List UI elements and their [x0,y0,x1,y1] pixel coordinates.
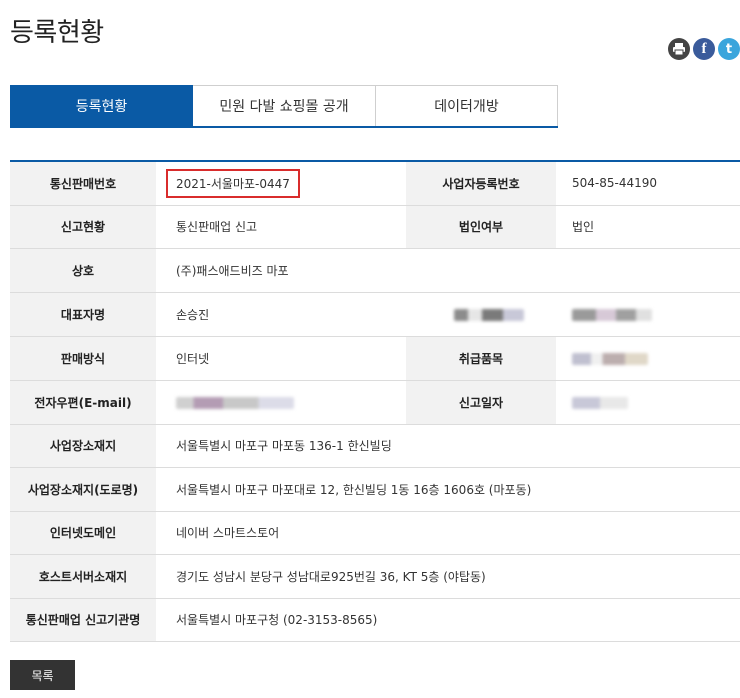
registration-info-table: 통신판매번호 2021-서울마포-0447 사업자등록번호 504-85-441… [10,160,740,642]
page-title: 등록현황 [10,18,104,48]
row-value: 인터넷 [156,336,406,381]
row-header: 사업장소재지(도로명) [10,467,156,512]
redacted-value [556,336,740,381]
table-row: 사업장소재지(도로명) 서울특별시 마포구 마포대로 12, 한신빌딩 1동 1… [10,467,740,512]
table-row: 전자우편(E-mail) 신고일자 [10,380,740,425]
redacted-value [156,380,406,425]
row-header: 통신판매업 신고기관명 [10,598,156,642]
row-header: 법인여부 [406,205,556,249]
table-row: 신고현황 통신판매업 신고 법인여부 법인 [10,205,740,249]
row-header: 취급품목 [406,336,556,381]
table-row: 통신판매업 신고기관명 서울특별시 마포구청 (02-3153-8565) [10,598,740,642]
row-value: 법인 [556,205,740,249]
row-header: 대표자명 [10,292,156,337]
row-header: 판매방식 [10,336,156,381]
tab-bar: 등록현황 민원 다발 쇼핑몰 공개 데이터개방 [10,85,558,127]
tab-open-data[interactable]: 데이터개방 [376,85,558,127]
table-row: 호스트서버소재지 경기도 성남시 분당구 성남대로925번길 36, KT 5층… [10,554,740,599]
tab-complaint-malls[interactable]: 민원 다발 쇼핑몰 공개 [193,85,376,127]
redacted-text [572,352,648,365]
row-header: 인터넷도메인 [10,511,156,555]
row-header: 신고일자 [406,380,556,425]
row-value: 서울특별시 마포구 마포대로 12, 한신빌딩 1동 16층 1606호 (마포… [156,467,740,512]
row-value: 통신판매업 신고 [156,205,406,249]
share-buttons: f t [668,38,740,60]
redacted-value [556,292,740,337]
table-row: 판매방식 인터넷 취급품목 [10,336,740,381]
tab-underline [10,126,558,128]
row-value: 504-85-44190 [556,161,740,206]
row-header: 사업장소재지 [10,424,156,468]
twitter-icon[interactable]: t [718,38,740,60]
row-header: 사업자등록번호 [406,161,556,206]
redacted-text [572,396,628,409]
list-button[interactable]: 목록 [10,660,75,690]
table-row: 상호 (주)패스애드비즈 마포 [10,248,740,293]
table-row: 사업장소재지 서울특별시 마포구 마포동 136-1 한신빌딩 [10,424,740,468]
row-header: 전자우편(E-mail) [10,380,156,425]
row-header: 통신판매번호 [10,161,156,206]
tab-registration-status[interactable]: 등록현황 [10,85,193,127]
redacted-text [176,396,294,409]
row-header: 상호 [10,248,156,293]
redacted-header [406,292,556,337]
row-header: 신고현황 [10,205,156,249]
row-value: 네이버 스마트스토어 [156,511,740,555]
table-row: 인터넷도메인 네이버 스마트스토어 [10,511,740,555]
table-row: 통신판매번호 2021-서울마포-0447 사업자등록번호 504-85-441… [10,161,740,206]
row-value: 서울특별시 마포구 마포동 136-1 한신빌딩 [156,424,740,468]
row-value: (주)패스애드비즈 마포 [156,248,740,293]
facebook-icon[interactable]: f [693,38,715,60]
print-icon[interactable] [668,38,690,60]
row-header: 호스트서버소재지 [10,554,156,599]
row-value: 손승진 [156,292,406,337]
row-value: 경기도 성남시 분당구 성남대로925번길 36, KT 5층 (야탑동) [156,554,740,599]
redacted-text [572,308,652,321]
row-value: 서울특별시 마포구청 (02-3153-8565) [156,598,740,642]
table-row: 대표자명 손승진 [10,292,740,337]
highlighted-value: 2021-서울마포-0447 [166,168,300,198]
redacted-value [556,380,740,425]
redacted-text [454,308,524,321]
